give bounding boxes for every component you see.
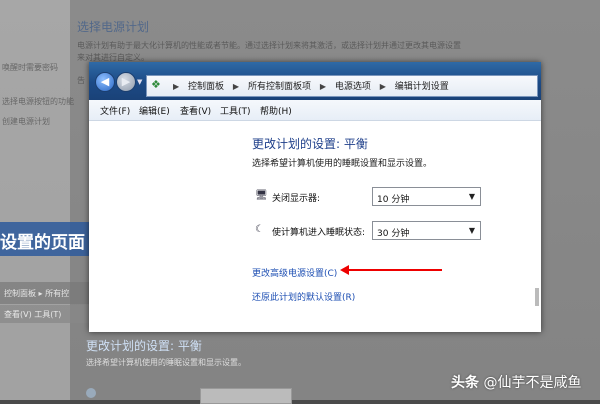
address-bar-area: ◀ ▶ ▼ ❖ ▶ 控制面板 ▶ 所有控制面板项 ▶ 电源选项 ▶ 编辑计划设置 [89,62,541,100]
menu-bar: 文件(F) 编辑(E) 查看(V) 工具(T) 帮助(H) [89,100,541,121]
moon-icon: ☾ [255,224,264,235]
sleep-select[interactable]: 30 分钟 ▼ [372,221,481,240]
background-banner-text: 设置的页面 [0,233,85,253]
background-sidebar [0,0,70,400]
page-subtitle: 选择希望计算机使用的睡眠设置和显示设置。 [252,159,433,169]
annotation-arrow-head-icon [340,265,349,275]
chevron-down-icon: ▼ [468,192,475,201]
background-monitor-icon [86,388,96,398]
menu-edit[interactable]: 编辑(E) [139,104,170,117]
control-panel-icon: ❖ [151,78,161,91]
breadcrumb-separator-icon[interactable]: ▶ [233,82,239,91]
breadcrumb: ▶ 控制面板 ▶ 所有控制面板项 ▶ 电源选项 ▶ 编辑计划设置 [167,79,449,92]
forward-button[interactable]: ▶ [116,72,136,92]
control-panel-window: ◀ ▶ ▼ ❖ ▶ 控制面板 ▶ 所有控制面板项 ▶ 电源选项 ▶ 编辑计划设置… [89,62,541,332]
address-box[interactable]: ❖ ▶ 控制面板 ▶ 所有控制面板项 ▶ 电源选项 ▶ 编辑计划设置 [146,75,538,97]
turn-off-display-value: 10 分钟 [377,195,410,205]
breadcrumb-separator-icon[interactable]: ▶ [380,82,386,91]
background-text-line: 告 [77,76,85,85]
menu-view[interactable]: 查看(V) [180,104,211,117]
watermark-author: @仙芋不是咸鱼 [483,375,582,391]
breadcrumb-item-power-options[interactable]: 电源选项 [335,82,371,92]
menu-file[interactable]: 文件(F) [100,104,130,117]
background-subheading: 选择希望计算机使用的睡眠设置和显示设置。 [86,358,246,367]
monitor-icon: 🖥 [255,190,268,201]
background-sidebar-item: 选择电源按钮的功能 [2,97,74,106]
background-select [200,388,292,404]
background-text-line: 电源计划有助于最大化计算机的性能或者节能。通过选择计划来将其激活，或选择计划并通… [77,41,461,50]
background-sidebar-item: 创建电源计划 [2,117,50,126]
menu-tools[interactable]: 工具(T) [220,104,251,117]
turn-off-display-select[interactable]: 10 分钟 ▼ [372,187,481,206]
advanced-power-settings-link[interactable]: 更改高级电源设置(C) [252,266,337,279]
background-addressbar-text: 控制面板 ▸ 所有控 [4,289,70,298]
recent-pages-dropdown-icon[interactable]: ▼ [137,78,145,86]
scrollbar[interactable] [535,288,539,306]
restore-defaults-link[interactable]: 还原此计划的默认设置(R) [252,290,355,303]
watermark-brand: 头条 [451,375,479,391]
sleep-label: 使计算机进入睡眠状态: [272,228,366,238]
back-button[interactable]: ◀ [95,72,115,92]
breadcrumb-separator-icon[interactable]: ▶ [320,82,326,91]
turn-off-display-label: 关闭显示器: [272,194,321,204]
background-sidebar-item: 唤醒时需要密码 [2,63,58,72]
chevron-down-icon: ▼ [468,226,475,235]
background-menubar-text: 查看(V) 工具(T) [4,310,62,319]
breadcrumb-item-control-panel[interactable]: 控制面板 [188,82,224,92]
background-title: 选择电源计划 [77,20,150,34]
breadcrumb-separator-icon: ▶ [173,82,180,91]
menu-help[interactable]: 帮助(H) [260,104,292,117]
breadcrumb-item-edit-plan[interactable]: 编辑计划设置 [395,82,449,92]
plan-settings-content: 更改计划的设置: 平衡 选择希望计算机使用的睡眠设置和显示设置。 🖥 关闭显示器… [89,121,541,332]
breadcrumb-item-all-items[interactable]: 所有控制面板项 [248,82,311,92]
watermark: 头条 @仙芋不是咸鱼 [451,372,581,392]
page-title: 更改计划的设置: 平衡 [252,137,368,151]
background-heading: 更改计划的设置: 平衡 [86,339,202,353]
sleep-value: 30 分钟 [377,229,410,239]
annotation-arrow-line [347,269,442,271]
